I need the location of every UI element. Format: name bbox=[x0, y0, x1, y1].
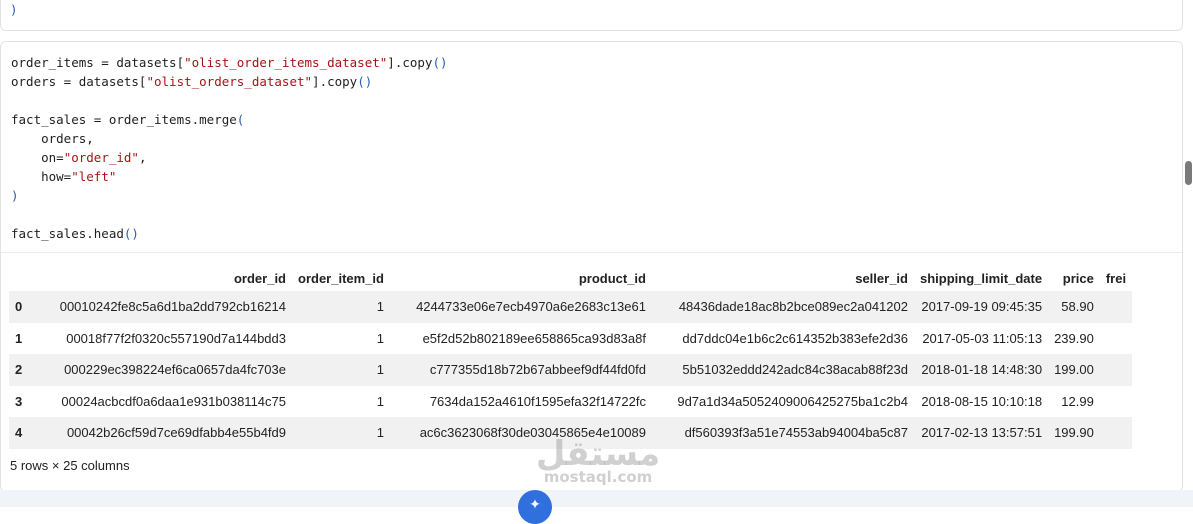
table-cell: 4244733e06e7ecb4970a6e2683c13e61 bbox=[389, 291, 652, 323]
code-cell[interactable]: order_items = datasets["olist_order_item… bbox=[0, 41, 1183, 492]
table-cell: 000229ec398224ef6ca0657da4fc703e bbox=[35, 354, 292, 386]
table-cell: e5f2d52b802189ee658865ca93d83a8f bbox=[422, 330, 646, 346]
column-header: seller_id bbox=[855, 270, 908, 286]
code-line: orders = datasets["olist_orders_dataset"… bbox=[11, 74, 373, 89]
sparkle-icon[interactable]: ✦ bbox=[518, 490, 552, 524]
table-cell: 48436dade18ac8b2bce089ec2a041202 bbox=[651, 291, 914, 323]
table-cell bbox=[1100, 386, 1132, 418]
code-line: orders, bbox=[11, 131, 94, 146]
row-index: 4 bbox=[9, 417, 35, 449]
vertical-scrollbar-thumb[interactable] bbox=[1185, 161, 1192, 185]
row-index: 2 bbox=[9, 354, 35, 386]
bottom-toolbar-strip bbox=[0, 490, 1193, 507]
table-cell: c777355d18b72b67abbeef9df44fd0fd bbox=[389, 354, 652, 386]
table-cell: 2017-02-13 13:57:51 bbox=[913, 417, 1049, 449]
column-header: order_id bbox=[233, 270, 286, 286]
table-cell: 199.00 bbox=[1048, 354, 1100, 386]
table-cell bbox=[1100, 323, 1132, 355]
table-cell: 1 bbox=[292, 354, 390, 386]
table-cell: 239.90 bbox=[1054, 330, 1094, 346]
code-line: ) bbox=[11, 188, 19, 203]
column-header: order_item_id bbox=[298, 270, 384, 286]
table-cell: 1 bbox=[292, 417, 390, 449]
code-line: fact_sales = order_items.merge( bbox=[11, 112, 245, 127]
dataframe-table: order_id order_item_id product_id seller… bbox=[9, 265, 1133, 449]
code-line: order_items = datasets["olist_order_item… bbox=[11, 55, 448, 70]
table-cell: 2018-01-18 14:48:30 bbox=[913, 354, 1049, 386]
column-header: shipping_limit_date bbox=[919, 270, 1043, 286]
table-row: 3 00024acbcdf0a6daa1e931b038114c75 1 763… bbox=[9, 386, 1132, 418]
code-editor[interactable]: order_items = datasets["olist_order_item… bbox=[11, 53, 448, 243]
code-line: on="order_id", bbox=[11, 150, 147, 165]
column-header bbox=[9, 265, 35, 291]
previous-code-cell[interactable]: ) bbox=[0, 0, 1183, 31]
dataframe-shape-summary: 5 rows × 25 columns bbox=[10, 458, 130, 473]
table-cell bbox=[1099, 291, 1133, 323]
table-cell: 1 bbox=[376, 330, 384, 346]
table-row: 0 00010242fe8c5a6d1ba2dd792cb16214 1 424… bbox=[9, 291, 1133, 323]
table-cell: 00010242fe8c5a6d1ba2dd792cb16214 bbox=[35, 291, 292, 323]
code-line: how="left" bbox=[11, 169, 117, 184]
table-cell: 2017-09-19 09:45:35 bbox=[913, 291, 1049, 323]
code-line: fact_sales.head() bbox=[11, 226, 139, 241]
row-index: 3 bbox=[15, 393, 23, 409]
table-cell bbox=[1099, 354, 1133, 386]
watermark: مستقل mostaql.com bbox=[528, 436, 668, 486]
watermark-arabic: مستقل bbox=[535, 434, 661, 474]
table-cell: 199.90 bbox=[1048, 417, 1100, 449]
table-cell: 7634da152a4610f1595efa32f14722fc bbox=[429, 393, 646, 409]
table-cell: 2018-08-15 10:10:18 bbox=[921, 393, 1043, 409]
table-header-row: order_id order_item_id product_id seller… bbox=[9, 265, 1132, 291]
table-cell: 58.90 bbox=[1048, 291, 1100, 323]
table-cell bbox=[1099, 417, 1133, 449]
table-row: 2 000229ec398224ef6ca0657da4fc703e 1 c77… bbox=[9, 354, 1133, 386]
table-cell: 12.99 bbox=[1061, 393, 1094, 409]
code-line: ) bbox=[10, 2, 18, 17]
row-index: 1 bbox=[15, 330, 23, 346]
table-cell: df560393f3a51e74553ab94004ba5c87 bbox=[651, 417, 914, 449]
column-header: frei bbox=[1105, 270, 1127, 286]
table-cell: 2017-05-03 11:05:13 bbox=[922, 330, 1043, 346]
table-cell: 00018f77f2f0320c557190d7a144bdd3 bbox=[66, 330, 286, 346]
table-cell: 9d7a1d34a5052409006425275ba1c2b4 bbox=[677, 393, 908, 409]
table-cell: 1 bbox=[376, 393, 384, 409]
table-row: 1 00018f77f2f0320c557190d7a144bdd3 1 e5f… bbox=[9, 323, 1132, 355]
table-cell: 5b51032eddd242adc84c38acab88f23d bbox=[651, 354, 914, 386]
table-cell: 00042b26cf59d7ce69dfabb4e55b4fd9 bbox=[35, 417, 292, 449]
table-cell: dd7ddc04e1b6c2c614352b383efe2d36 bbox=[682, 330, 908, 346]
watermark-latin: mostaql.com bbox=[543, 468, 653, 486]
table-cell: 1 bbox=[292, 291, 390, 323]
column-header: price bbox=[1062, 270, 1094, 286]
row-index: 0 bbox=[9, 291, 35, 323]
table-cell: 00024acbcdf0a6daa1e931b038114c75 bbox=[61, 393, 286, 409]
column-header: product_id bbox=[578, 270, 646, 286]
